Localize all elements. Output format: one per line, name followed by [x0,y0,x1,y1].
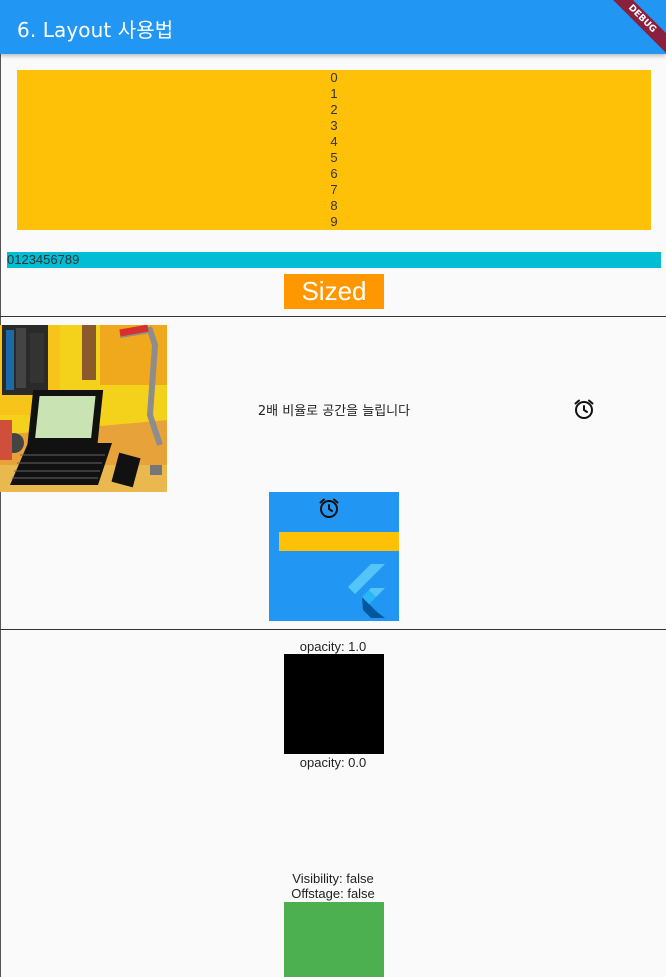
laptop-painting-image [0,325,167,492]
row-number-list: 0123456789 [7,252,661,268]
list-item: 2 [330,102,338,117]
column-number-list: 0 1 2 3 4 5 6 7 8 9 [17,70,651,230]
offstage-label: Offstage: false [291,886,375,901]
list-item: 9 [330,214,338,229]
list-item: 6 [330,166,338,181]
app-bar: 6. Layout 사용법 [0,0,666,54]
list-item: 1 [330,86,338,101]
opacity-visible-label: opacity: 1.0 [299,639,367,654]
alarm-icon [574,399,594,419]
section-divider [0,316,666,317]
opacity-hidden-label: opacity: 0.0 [299,755,367,770]
opaque-black-box [284,654,384,754]
section-divider [0,629,666,630]
list-item: 7 [330,182,338,197]
list-item: 3 [330,118,338,133]
app-bar-title: 6. Layout 사용법 [17,18,174,42]
list-item: 0 [330,70,338,85]
left-border [0,54,1,977]
green-box [284,902,384,977]
list-item: 5 [330,150,338,165]
stack-container [269,492,399,621]
list-item: 4 [330,134,338,149]
expanded-text: 2배 비율로 공간을 늘립니다 [257,404,411,419]
alarm-icon [319,498,339,518]
flutter-logo-icon [348,564,385,618]
visibility-label: Visibility: false [292,871,374,886]
sized-box: Sized [284,274,384,309]
amber-bar [279,532,399,551]
list-item: 8 [330,198,338,213]
